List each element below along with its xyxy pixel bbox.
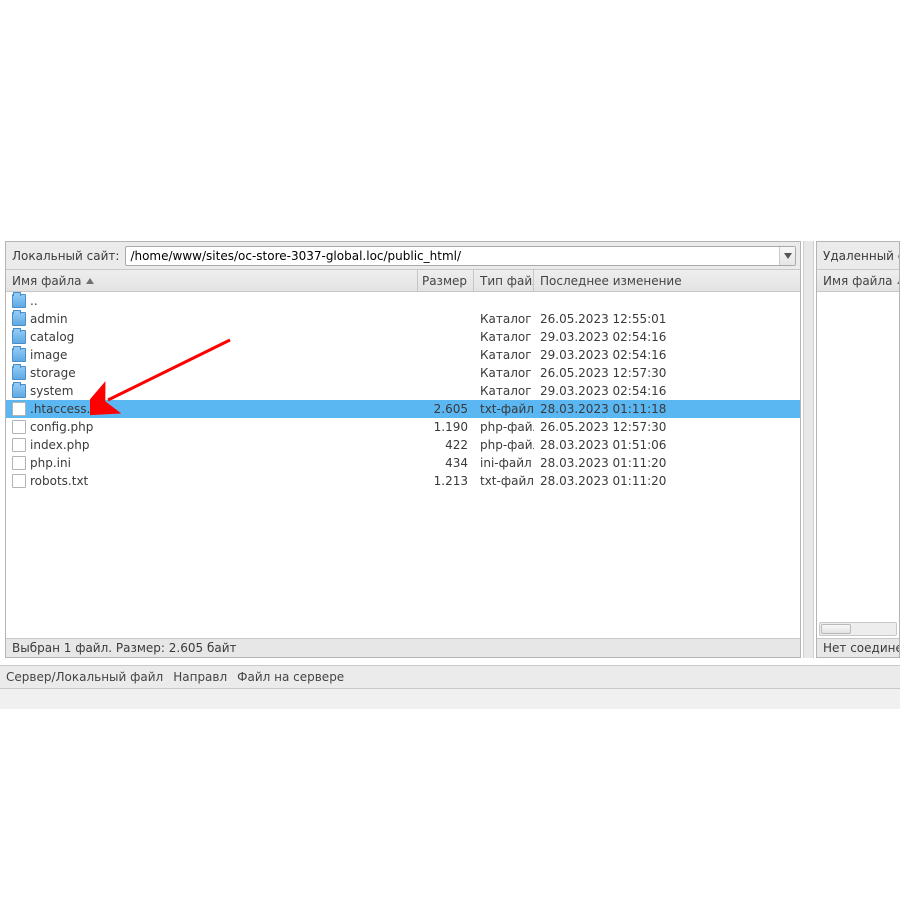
chevron-down-icon	[784, 253, 792, 259]
file-name: system	[30, 384, 73, 398]
file-modified: 28.03.2023 01:11:18	[534, 400, 694, 418]
file-modified: 28.03.2023 01:11:20	[534, 472, 694, 490]
file-size	[418, 346, 474, 364]
file-icon	[12, 438, 26, 452]
file-type: Каталог	[474, 328, 534, 346]
file-name: config.php	[30, 420, 93, 434]
file-size	[418, 364, 474, 382]
file-modified: 26.05.2023 12:57:30	[534, 418, 694, 436]
file-size	[418, 310, 474, 328]
file-size: 2.605	[418, 400, 474, 418]
file-type: Каталог	[474, 346, 534, 364]
file-size: 1.190	[418, 418, 474, 436]
local-site-label: Локальный сайт:	[10, 249, 121, 263]
local-header-row[interactable]: Имя файла Размер Тип файла Последнее изм…	[6, 270, 800, 292]
file-name: image	[30, 348, 67, 362]
file-type: Каталог	[474, 382, 534, 400]
file-icon	[12, 456, 26, 470]
file-modified: 29.03.2023 02:54:16	[534, 346, 694, 364]
queue-col-direction: Направл	[173, 670, 227, 684]
local-col-type[interactable]: Тип файла	[474, 270, 534, 291]
file-type: php-файл	[474, 436, 534, 454]
local-status-bar: Выбран 1 файл. Размер: 2.605 байт	[6, 638, 800, 657]
file-icon	[12, 420, 26, 434]
local-col-name[interactable]: Имя файла	[6, 270, 418, 291]
folder-icon	[12, 294, 26, 308]
table-row[interactable]: config.php 1.190php-файл26.05.2023 12:57:…	[6, 418, 800, 436]
file-name: ..	[30, 294, 38, 308]
file-type	[474, 292, 534, 310]
queue-header[interactable]: Сервер/Локальный файл Направл Файл на се…	[0, 665, 900, 689]
table-row[interactable]: system Каталог29.03.2023 02:54:16	[6, 382, 800, 400]
folder-icon	[12, 366, 26, 380]
remote-col-name[interactable]: Имя файла	[817, 270, 899, 291]
file-name: admin	[30, 312, 68, 326]
folder-icon	[12, 312, 26, 326]
file-type: txt-файл	[474, 472, 534, 490]
file-name: .htaccess.txt	[30, 402, 107, 416]
local-panel: Локальный сайт: Имя файла Размер Тип фай…	[5, 241, 801, 658]
queue-col-serverfile: Сервер/Локальный файл	[6, 670, 163, 684]
file-modified: 28.03.2023 01:51:06	[534, 436, 694, 454]
remote-site-label: Удаленный са	[821, 249, 900, 263]
panel-splitter[interactable]	[803, 241, 814, 658]
table-row[interactable]: storage Каталог26.05.2023 12:57:30	[6, 364, 800, 382]
file-type: php-файл	[474, 418, 534, 436]
folder-icon	[12, 330, 26, 344]
file-name: robots.txt	[30, 474, 88, 488]
file-size: 422	[418, 436, 474, 454]
table-row[interactable]: .htaccess.txt 2.605txt-файл28.03.2023 01:…	[6, 400, 800, 418]
remote-header-row[interactable]: Имя файла	[817, 270, 899, 292]
file-type: Каталог	[474, 310, 534, 328]
file-icon	[12, 402, 26, 416]
file-size	[418, 292, 474, 310]
table-row[interactable]: index.php 422php-файл28.03.2023 01:51:06	[6, 436, 800, 454]
file-type: ini-файл	[474, 454, 534, 472]
queue-area	[0, 689, 900, 709]
file-icon	[12, 474, 26, 488]
table-row[interactable]: php.ini 434ini-файл28.03.2023 01:11:20	[6, 454, 800, 472]
file-modified: 29.03.2023 02:54:16	[534, 328, 694, 346]
local-path-dropdown-button[interactable]	[779, 247, 795, 265]
remote-status-bar: Нет соединен	[817, 638, 899, 657]
file-modified: 26.05.2023 12:55:01	[534, 310, 694, 328]
table-row[interactable]: ..	[6, 292, 800, 310]
local-col-modified[interactable]: Последнее изменение	[534, 270, 800, 291]
local-path-input[interactable]	[126, 249, 779, 263]
file-type: txt-файл	[474, 400, 534, 418]
blank-top-area	[0, 0, 900, 241]
file-type: Каталог	[474, 364, 534, 382]
file-name: catalog	[30, 330, 74, 344]
table-row[interactable]: image Каталог29.03.2023 02:54:16	[6, 346, 800, 364]
folder-icon	[12, 348, 26, 362]
file-name: php.ini	[30, 456, 71, 470]
local-file-list[interactable]: ..adminКаталог26.05.2023 12:55:01catalog…	[6, 292, 800, 638]
file-size	[418, 328, 474, 346]
file-name: storage	[30, 366, 76, 380]
file-modified: 26.05.2023 12:57:30	[534, 364, 694, 382]
file-size: 434	[418, 454, 474, 472]
table-row[interactable]: admin Каталог26.05.2023 12:55:01	[6, 310, 800, 328]
local-path-combo[interactable]	[125, 246, 796, 266]
remote-scrollbar-thumb[interactable]	[821, 624, 851, 634]
table-row[interactable]: catalog Каталог29.03.2023 02:54:16	[6, 328, 800, 346]
remote-panel: Удаленный са Имя файла Нет соединен	[816, 241, 900, 658]
file-modified: 28.03.2023 01:11:20	[534, 454, 694, 472]
file-modified	[534, 292, 694, 310]
local-col-size[interactable]: Размер	[418, 270, 474, 291]
file-size	[418, 382, 474, 400]
remote-file-list[interactable]	[817, 292, 899, 638]
file-name: index.php	[30, 438, 89, 452]
file-modified: 29.03.2023 02:54:16	[534, 382, 694, 400]
folder-icon	[12, 384, 26, 398]
table-row[interactable]: robots.txt 1.213txt-файл28.03.2023 01:11:…	[6, 472, 800, 490]
queue-col-remotefile: Файл на сервере	[237, 670, 344, 684]
file-size: 1.213	[418, 472, 474, 490]
remote-horizontal-scrollbar[interactable]	[819, 622, 897, 636]
